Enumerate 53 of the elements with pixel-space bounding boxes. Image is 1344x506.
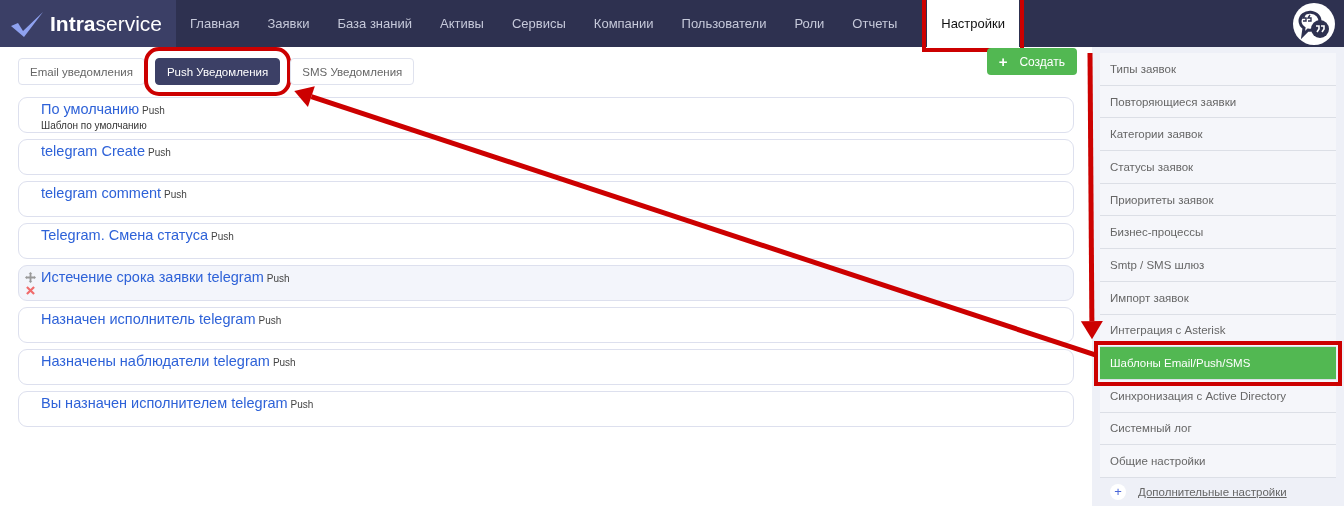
template-row[interactable]: telegram comment Push xyxy=(18,181,1074,217)
template-title[interactable]: Telegram. Смена статуса xyxy=(41,227,208,243)
nav-item[interactable]: Главная xyxy=(176,0,254,47)
sidebar-item[interactable]: Бизнес-процессы xyxy=(1100,216,1336,250)
template-type: Push xyxy=(272,357,296,368)
nav-item[interactable]: Отчеты xyxy=(838,0,912,47)
sidebar-item[interactable]: Типы заявок xyxy=(1100,53,1336,86)
nav-item[interactable]: Компании xyxy=(579,0,668,47)
sidebar-item[interactable]: Импорт заявок xyxy=(1100,281,1336,315)
nav-item[interactable]: Заявки xyxy=(253,0,324,47)
template-type: Push xyxy=(266,273,290,284)
template-row[interactable]: Назначен исполнитель telegram Push xyxy=(18,307,1074,343)
nav-item[interactable]: Роли xyxy=(780,0,839,47)
sidebar-item[interactable]: Приоритеты заявок xyxy=(1100,183,1336,217)
plus-icon[interactable]: + xyxy=(1110,483,1126,500)
tab[interactable]: SMS Уведомления xyxy=(290,58,415,85)
template-row[interactable]: telegram Create Push xyxy=(18,139,1074,175)
delete-icon[interactable] xyxy=(25,285,35,295)
move-icon[interactable] xyxy=(24,271,36,283)
template-type: Push xyxy=(258,315,282,326)
template-row[interactable]: Telegram. Смена статуса Push xyxy=(18,223,1074,259)
template-row[interactable]: Назначены наблюдатели telegram Push xyxy=(18,349,1074,385)
sidebar-item[interactable]: Категории заявок xyxy=(1100,118,1336,152)
template-row[interactable]: Вы назначен исполнителем telegram Push xyxy=(18,391,1074,427)
sidebar-item[interactable]: Общие настройки xyxy=(1100,445,1336,478)
sidebar-item[interactable]: Системный лог xyxy=(1100,412,1336,446)
sidebar-item[interactable]: Статусы заявок xyxy=(1100,151,1336,184)
more-settings-link[interactable]: Дополнительные настройки xyxy=(1138,485,1287,498)
sidebar-item[interactable]: Smtp / SMS шлюз xyxy=(1100,249,1336,282)
template-row[interactable]: Истечение срока заявки telegram Push xyxy=(18,265,1074,301)
nav-item[interactable]: Пользователи xyxy=(667,0,781,47)
template-title[interactable]: telegram comment xyxy=(41,185,162,201)
template-title[interactable]: telegram Create xyxy=(41,143,145,159)
template-type: Push xyxy=(142,105,165,116)
nav-item[interactable]: Сервисы xyxy=(497,0,580,47)
template-description: Шаблон по умолчанию xyxy=(41,120,148,131)
template-type: Push xyxy=(164,189,187,200)
nav-item[interactable]: База знаний xyxy=(323,0,426,47)
template-title[interactable]: Вы назначен исполнителем telegram xyxy=(41,395,288,411)
template-type: Push xyxy=(147,147,171,158)
nav-item[interactable]: Активы xyxy=(425,0,498,47)
template-title[interactable]: Назначен исполнитель telegram xyxy=(41,311,256,327)
template-title[interactable]: Истечение срока заявки telegram xyxy=(41,269,264,285)
template-title[interactable]: По умолчанию xyxy=(41,101,140,117)
chat-bubbles-icon[interactable] xyxy=(1292,1,1336,46)
sidebar-item[interactable]: Повторяющиеся заявки xyxy=(1100,85,1336,119)
template-type: Push xyxy=(211,231,234,242)
tab[interactable]: Email уведомления xyxy=(18,58,145,85)
logo-text: Intraservice xyxy=(50,11,163,36)
template-type: Push xyxy=(290,399,314,410)
checkmark-icon xyxy=(10,10,44,37)
template-row[interactable]: По умолчанию Push Шаблон по умолчанию xyxy=(18,97,1074,133)
template-title[interactable]: Назначены наблюдатели telegram xyxy=(41,353,270,369)
